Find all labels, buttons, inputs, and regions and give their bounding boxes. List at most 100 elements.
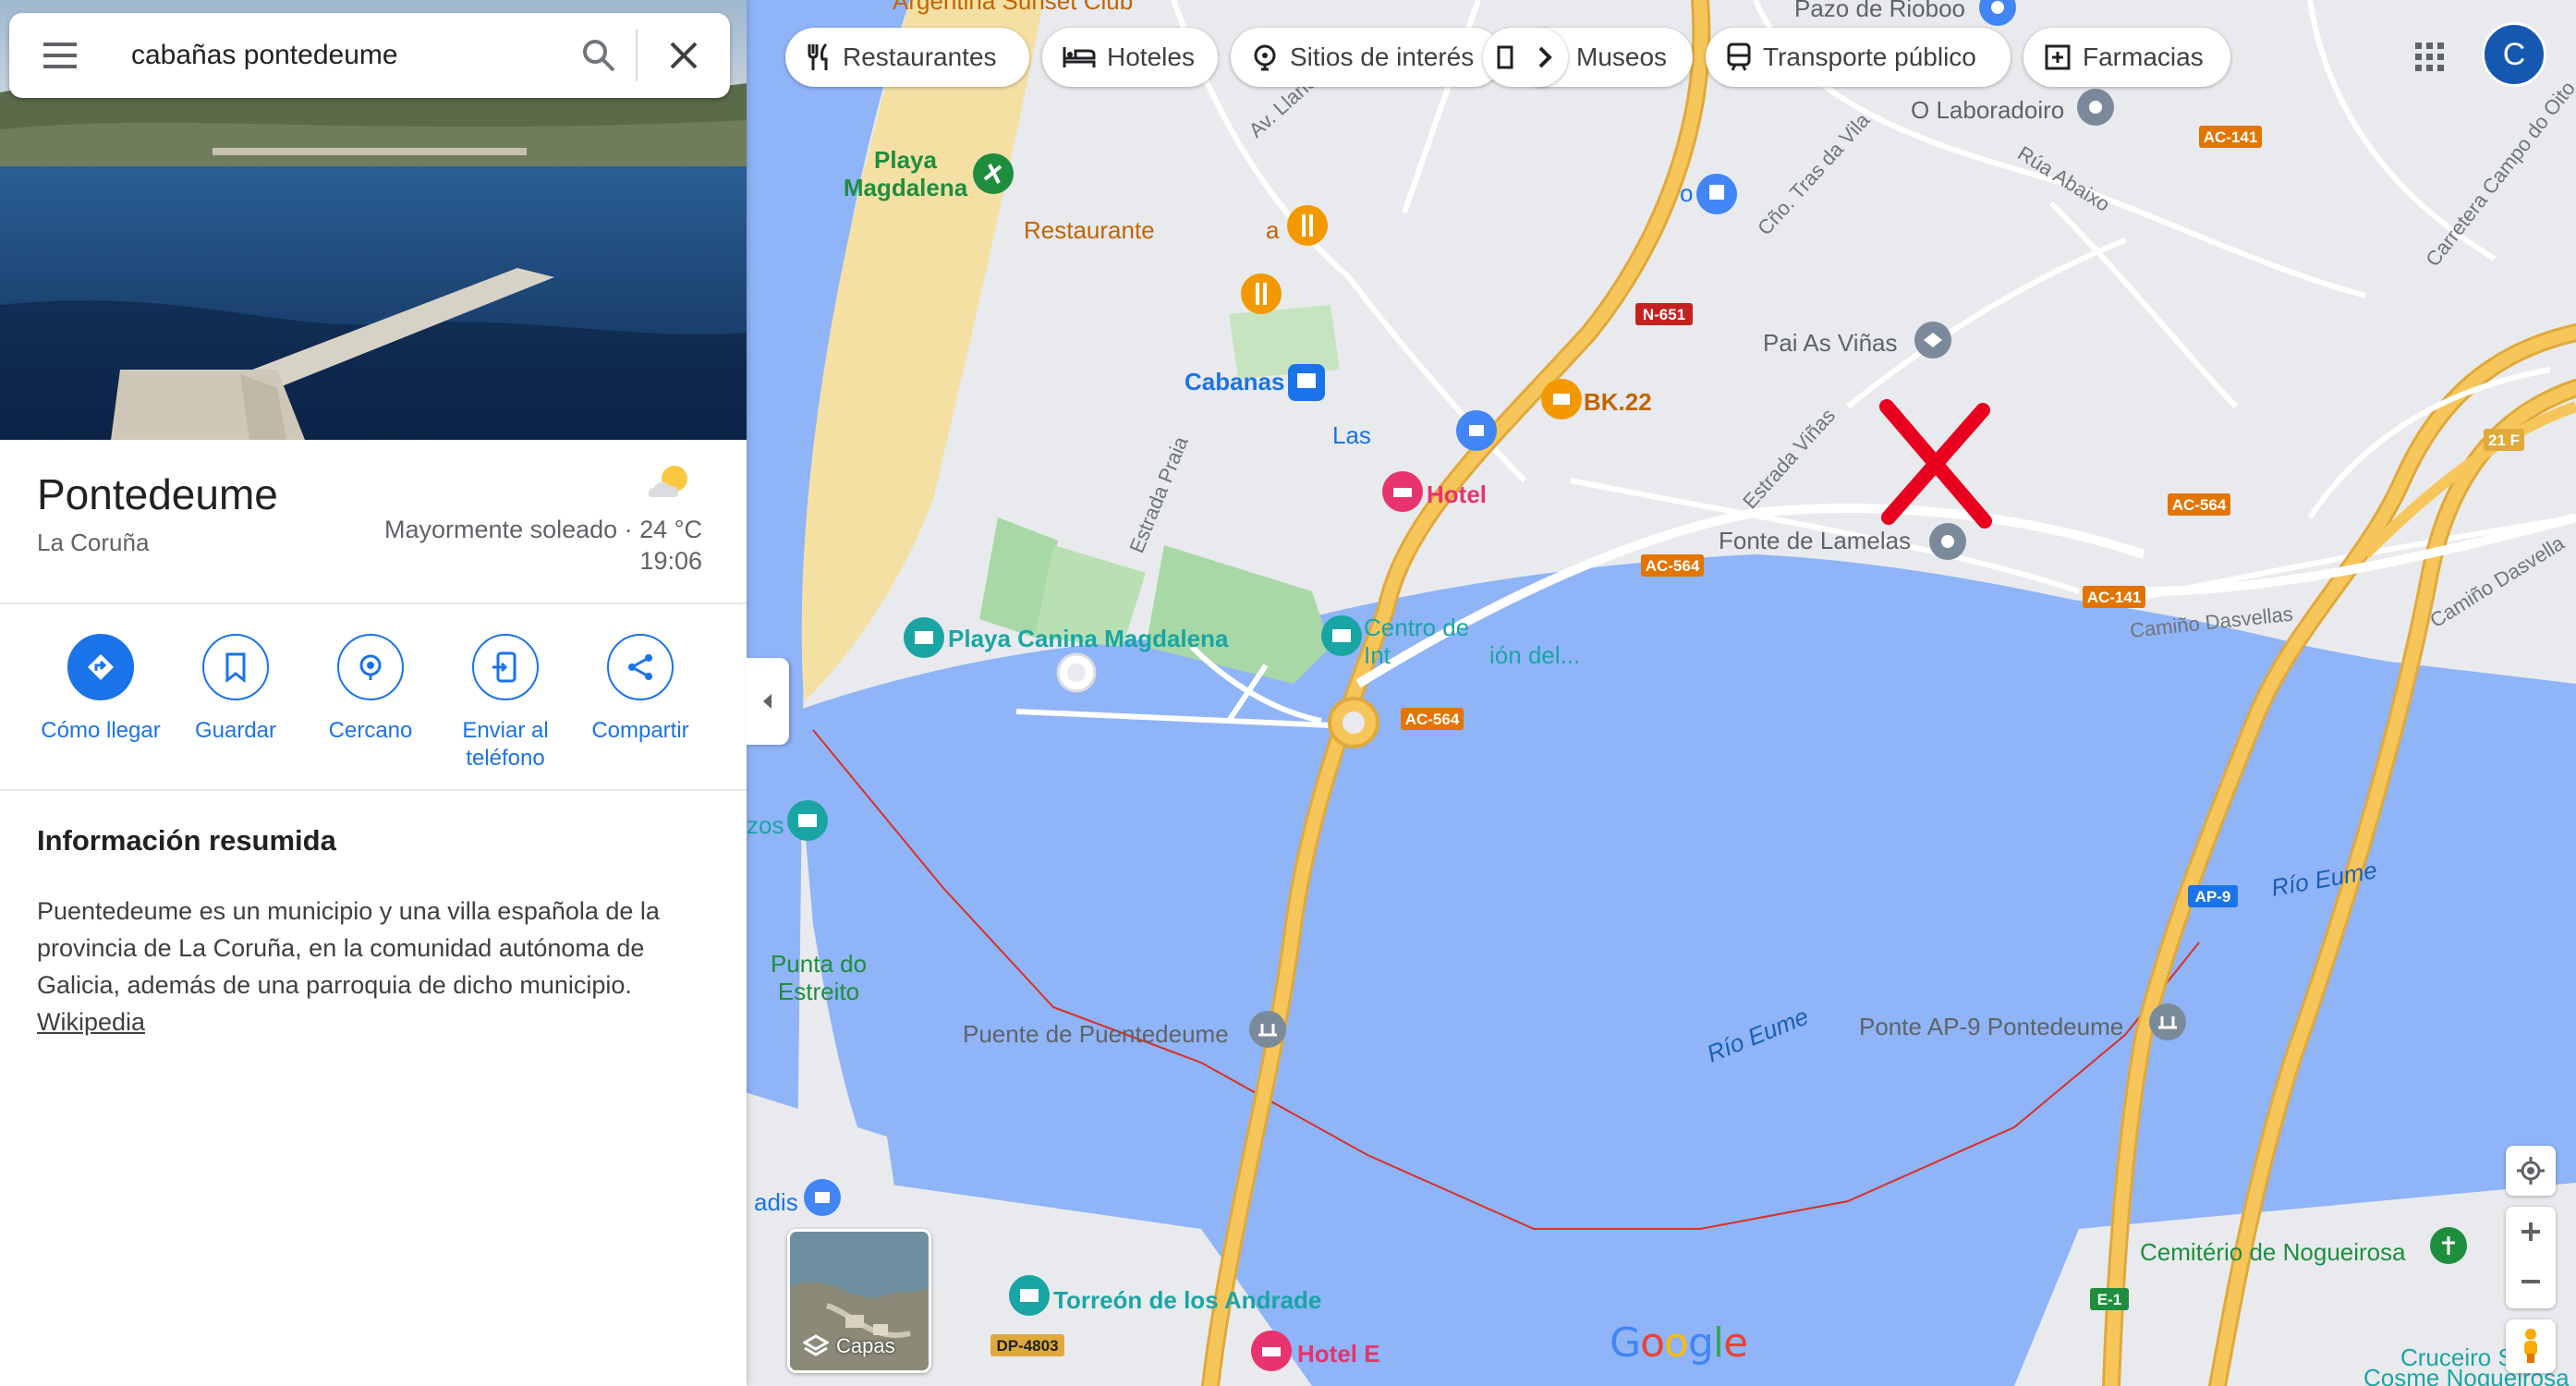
shield-ac564: AC-564 xyxy=(2168,493,2230,516)
save-button[interactable]: Guardar xyxy=(162,634,310,745)
account-avatar[interactable]: C xyxy=(2482,22,2546,87)
map-label: adis xyxy=(754,1188,798,1216)
my-location-button[interactable] xyxy=(2506,1146,2556,1196)
zoom-out-button[interactable] xyxy=(2506,1257,2556,1307)
more-category-icon xyxy=(1497,45,1513,69)
photo-marker xyxy=(787,800,828,841)
search-box xyxy=(9,13,730,98)
share-icon xyxy=(607,634,674,700)
google-apps-button[interactable] xyxy=(2400,28,2460,87)
action-label: Cercano xyxy=(328,718,413,743)
hotel-marker xyxy=(1251,1331,1292,1371)
action-label: Compartir xyxy=(591,718,689,743)
chevron-right-icon xyxy=(1538,46,1552,68)
close-icon xyxy=(670,42,698,69)
layers-button[interactable]: Capas xyxy=(787,1229,931,1373)
map-label: Las xyxy=(1332,421,1371,449)
map-label: Pazo de Rioboo xyxy=(1794,0,1965,22)
chip-label: Hoteles xyxy=(1107,43,1195,71)
street-view-pegman[interactable] xyxy=(2506,1319,2556,1373)
map-label: Hotel E xyxy=(1297,1340,1380,1368)
shield-ac141: AC-141 xyxy=(2199,126,2262,148)
svg-text:AC-141: AC-141 xyxy=(2204,128,2258,146)
fastfood-marker xyxy=(1541,379,1582,419)
send-to-phone-button[interactable]: Enviar al teléfono xyxy=(431,634,579,772)
map-label: Ponte AP-9 Pontedeume xyxy=(1859,1013,2123,1040)
shield-e1: E-1 xyxy=(2090,1288,2129,1310)
svg-text:AC-141: AC-141 xyxy=(2087,589,2142,606)
plus-icon xyxy=(2521,1222,2540,1241)
chip-transporte-publico[interactable]: Transporte público xyxy=(1706,28,2011,87)
nearby-button[interactable]: Cercano xyxy=(297,634,444,745)
svg-text:DP-4803: DP-4803 xyxy=(996,1337,1058,1355)
chip-hoteles[interactable]: Hoteles xyxy=(1042,28,1218,87)
collapse-panel-button[interactable] xyxy=(747,658,789,745)
restaurant-icon xyxy=(808,43,828,70)
chip-label: Farmacias xyxy=(2083,43,2204,71)
google-logo: Google xyxy=(1610,1319,1748,1367)
layers-label: Capas xyxy=(803,1333,895,1359)
map-label: Fonte de Lamelas xyxy=(1719,527,1911,554)
directions-icon xyxy=(67,634,134,700)
action-label: Cómo llegar xyxy=(41,718,161,743)
transit-icon xyxy=(1727,43,1751,71)
apps-grid-icon xyxy=(2415,43,2444,71)
share-button[interactable]: Compartir xyxy=(566,634,714,745)
map-label: ión del... xyxy=(1489,641,1580,669)
place-panel: Pontedeume La Coruña Mayormente soleado … xyxy=(0,0,747,1386)
place-marker xyxy=(2077,89,2114,126)
chip-label: Restaurantes xyxy=(843,43,997,71)
map-label: Playa Canina Magdalena xyxy=(948,625,1229,652)
shield-dp4803: DP-4803 xyxy=(990,1334,1064,1356)
place-subtitle: La Coruña xyxy=(37,529,150,556)
zoom-in-button[interactable] xyxy=(2506,1207,2556,1257)
pharmacy-icon xyxy=(2045,44,2071,70)
search-input[interactable] xyxy=(111,28,562,83)
map-label: Punta do xyxy=(771,950,867,978)
search-icon xyxy=(583,40,615,72)
photo-marker xyxy=(1009,1275,1050,1316)
wikipedia-link[interactable]: Wikipedia xyxy=(37,1008,145,1036)
partly-sunny-icon xyxy=(648,466,687,497)
shield-n651: N-651 xyxy=(1635,303,1693,325)
shopping-marker xyxy=(1456,410,1497,451)
weather-conditions: Mayormente soleado · 24 °C xyxy=(384,516,702,543)
restaurant-marker xyxy=(1287,205,1328,246)
shield-ac564: AC-564 xyxy=(1641,554,1704,577)
pegman-icon xyxy=(2524,1329,2537,1363)
svg-text:21 F: 21 F xyxy=(2488,432,2520,449)
clear-search-button[interactable] xyxy=(638,13,730,98)
map-label: zos xyxy=(747,811,784,839)
map-label: Argentina Sunset Club xyxy=(893,0,1133,15)
divider xyxy=(0,602,747,604)
menu-button[interactable] xyxy=(9,13,111,98)
weather-info: Mayormente soleado · 24 °C 19:06 xyxy=(384,514,702,577)
place-title: Pontedeume xyxy=(37,470,278,518)
shield-21f: 21 F xyxy=(2484,429,2524,451)
chip-farmacias[interactable]: Farmacias xyxy=(2023,28,2230,87)
map-label: Playa xyxy=(874,146,937,174)
svg-text:N-651: N-651 xyxy=(1643,306,1685,323)
chip-label: Sitios de interés xyxy=(1290,43,1475,71)
bridge-marker xyxy=(1249,1011,1286,1048)
place-marker xyxy=(1929,523,1966,560)
hamburger-menu-icon xyxy=(43,43,77,68)
map-label: Estreito xyxy=(778,978,859,1005)
map-label: Hotel xyxy=(1427,480,1487,508)
directions-button[interactable]: Cómo llegar xyxy=(27,634,175,745)
layers-text: Capas xyxy=(836,1334,895,1357)
crosshair-icon xyxy=(2517,1157,2545,1185)
map-label: o xyxy=(1680,179,1693,207)
action-label: Enviar al teléfono xyxy=(462,718,549,771)
more-categories-button[interactable] xyxy=(1483,28,1568,87)
map-label: Cabanas xyxy=(1185,368,1284,395)
search-button[interactable] xyxy=(562,13,636,98)
chip-label: Museos xyxy=(1576,43,1668,71)
attraction-icon xyxy=(1254,44,1276,71)
svg-text:AC-564: AC-564 xyxy=(1405,711,1460,728)
svg-text:AC-564: AC-564 xyxy=(2172,496,2227,514)
map-label: Magdalena xyxy=(844,174,968,201)
hotel-marker xyxy=(1382,471,1423,512)
chip-restaurantes[interactable]: Restaurantes xyxy=(785,28,1029,87)
chip-sitios-de-interes[interactable]: Sitios de interés xyxy=(1231,28,1502,87)
